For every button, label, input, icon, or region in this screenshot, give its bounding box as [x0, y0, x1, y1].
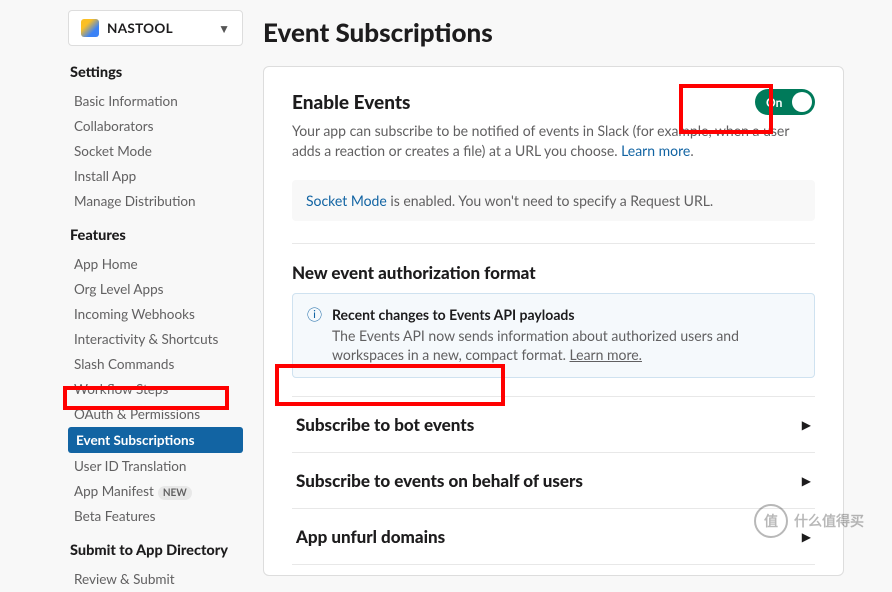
sidebar-item-user-id-translation[interactable]: User ID Translation: [68, 454, 243, 478]
nav-section-title: Features: [70, 227, 243, 244]
socket-mode-strip: Socket Mode is enabled. You won't need t…: [292, 180, 815, 221]
sidebar-item-manage-distribution[interactable]: Manage Distribution: [68, 189, 243, 213]
learn-more-link-2[interactable]: Learn more.: [570, 346, 642, 363]
sidebar-item-collaborators[interactable]: Collaborators: [68, 114, 243, 138]
watermark: 值 什么值得买: [754, 504, 864, 538]
sidebar-item-app-manifest[interactable]: App ManifestNEW: [68, 479, 243, 503]
enable-events-desc: Your app can subscribe to be notified of…: [292, 121, 815, 162]
sidebar-item-basic-information[interactable]: Basic Information: [68, 89, 243, 113]
new-badge: NEW: [158, 486, 192, 500]
toggle-knob: [792, 92, 812, 112]
chevron-right-icon: ▶: [802, 473, 811, 488]
sidebar-item-beta-features[interactable]: Beta Features: [68, 504, 243, 528]
watermark-text: 什么值得买: [794, 511, 864, 531]
sidebar-item-event-subscriptions[interactable]: Event Subscriptions: [68, 427, 243, 453]
toggle-on-label: On: [766, 95, 782, 110]
watermark-circle: 值: [754, 504, 788, 538]
nav-section-title: Submit to App Directory: [70, 542, 243, 559]
settings-card: Enable Events On Your app can subscribe …: [263, 66, 844, 576]
enable-events-toggle[interactable]: On: [755, 89, 815, 115]
sidebar-item-incoming-webhooks[interactable]: Incoming Webhooks: [68, 302, 243, 326]
accordion-title: App unfurl domains: [296, 526, 445, 547]
divider: [292, 243, 815, 244]
sidebar-item-app-home[interactable]: App Home: [68, 252, 243, 276]
chevron-down-icon: ▼: [218, 21, 230, 36]
learn-more-link[interactable]: Learn more: [621, 142, 690, 159]
chevron-right-icon: ▶: [802, 417, 811, 432]
app-name: NASTOOL: [107, 20, 173, 36]
accordion-subscribe-to-bot-events[interactable]: Subscribe to bot events ▶: [292, 396, 815, 453]
info-box: ⓘ Recent changes to Events API payloads …: [292, 293, 815, 378]
auth-format-title: New event authorization format: [292, 262, 815, 283]
sidebar: NASTOOL ▼ Settings Basic InformationColla…: [68, 10, 243, 592]
app-selector[interactable]: NASTOOL ▼: [68, 10, 243, 46]
info-icon: ⓘ: [307, 306, 322, 365]
sidebar-item-org-level-apps[interactable]: Org Level Apps: [68, 277, 243, 301]
sidebar-item-socket-mode[interactable]: Socket Mode: [68, 139, 243, 163]
sidebar-item-slash-commands[interactable]: Slash Commands: [68, 352, 243, 376]
sidebar-item-install-app[interactable]: Install App: [68, 164, 243, 188]
enable-events-title: Enable Events: [292, 91, 410, 114]
sidebar-item-review-submit[interactable]: Review & Submit: [68, 567, 243, 591]
accordion-title: Subscribe to events on behalf of users: [296, 470, 583, 491]
info-box-text: The Events API now sends information abo…: [332, 326, 800, 365]
sidebar-item-oauth-permissions[interactable]: OAuth & Permissions: [68, 402, 243, 426]
socket-mode-link[interactable]: Socket Mode: [306, 192, 387, 209]
page-title: Event Subscriptions: [263, 16, 844, 48]
accordion-subscribe-to-events-on-behalf-of-users[interactable]: Subscribe to events on behalf of users ▶: [292, 453, 815, 509]
sidebar-item-workflow-steps[interactable]: Workflow Steps: [68, 377, 243, 401]
app-icon: [81, 19, 99, 37]
accordion-app-unfurl-domains[interactable]: App unfurl domains▶: [292, 509, 815, 565]
info-box-title: Recent changes to Events API payloads: [332, 306, 800, 323]
accordion-title: Subscribe to bot events: [296, 414, 474, 435]
sidebar-item-interactivity-shortcuts[interactable]: Interactivity & Shortcuts: [68, 327, 243, 351]
nav-section-title: Settings: [70, 64, 243, 81]
